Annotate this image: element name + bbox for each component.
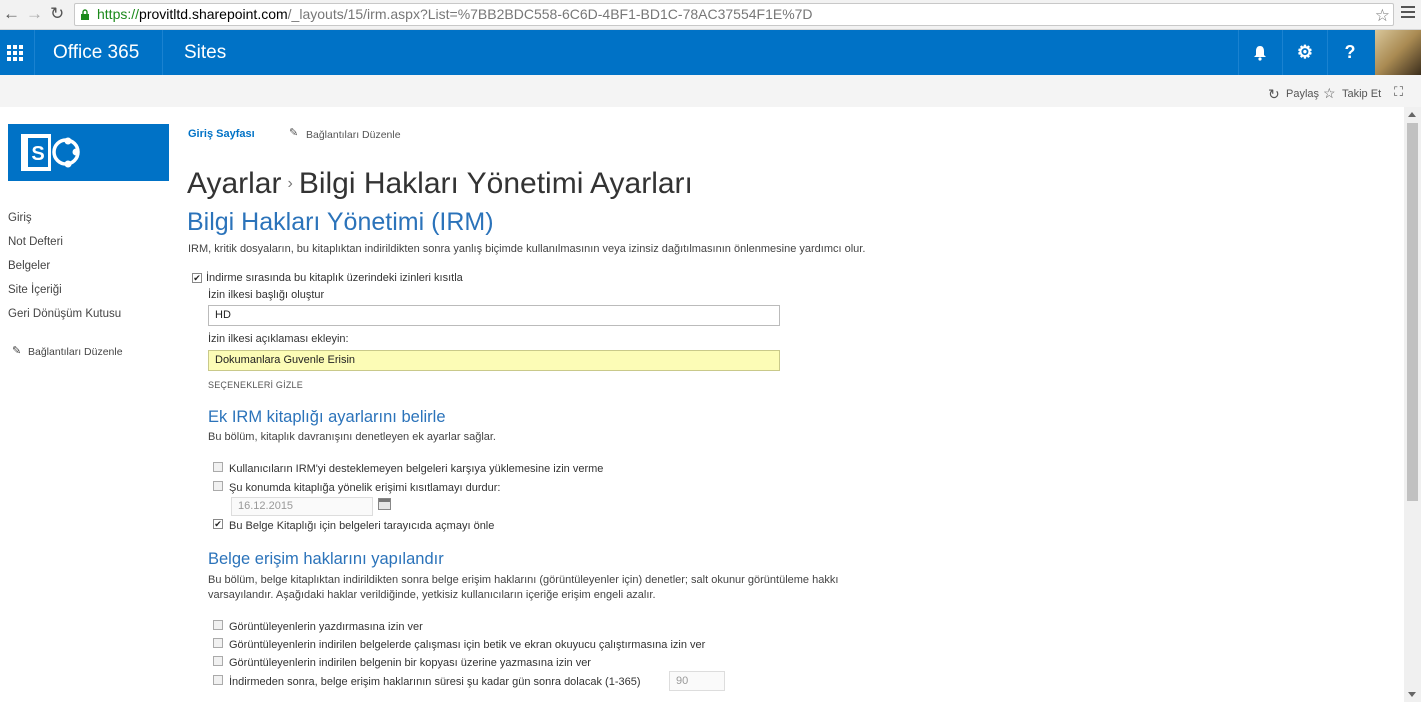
allow-write-copy-label: Görüntüleyenlerin indirilen belgenin bir… <box>229 657 591 669</box>
office365-brand-link[interactable]: Office 365 <box>53 42 139 64</box>
share-link[interactable]: Paylaş <box>1286 88 1319 100</box>
settings-gear-icon[interactable]: ⚙ <box>1283 30 1327 75</box>
lock-icon <box>81 9 89 20</box>
scroll-down-icon[interactable] <box>1408 692 1416 697</box>
expire-days-input[interactable]: 90 <box>669 671 725 691</box>
allow-write-copy-checkbox[interactable] <box>213 656 223 666</box>
help-icon[interactable]: ? <box>1328 30 1372 75</box>
expire-rights-checkbox[interactable] <box>213 675 223 685</box>
focus-mode-icon[interactable]: ⛶ <box>1394 84 1403 100</box>
sites-link[interactable]: Sites <box>184 42 226 64</box>
stop-restricting-date-input[interactable]: 16.12.2015 <box>231 497 373 516</box>
page-title-current: Bilgi Hakları Yönetimi Ayarları <box>298 167 693 201</box>
expire-rights-label: İndirmeden sonra, belge erişim haklarını… <box>229 676 641 688</box>
policy-title-input[interactable]: HD <box>208 305 780 326</box>
breadcrumb-edit-links[interactable]: Bağlantıları Düzenle <box>306 129 401 141</box>
stop-restricting-label: Şu konumda kitaplığa yönelik erişimi kıs… <box>229 482 501 494</box>
browser-toolbar: ← → ↻ https://provitltd.sharepoint.com/_… <box>0 0 1421 30</box>
policy-description-label: İzin ilkesi açıklaması ekleyin: <box>208 333 349 345</box>
bookmark-star-icon[interactable]: ☆ <box>1375 5 1390 25</box>
browser-menu-icon[interactable] <box>1401 6 1415 21</box>
leftnav-item-home[interactable]: Giriş <box>8 212 32 224</box>
block-unsupported-upload-label: Kullanıcıların IRM'yi desteklemeyen belg… <box>229 463 604 475</box>
url-scheme: https:// <box>97 6 140 22</box>
leftnav-edit-links[interactable]: Bağlantıları Düzenle <box>28 346 123 358</box>
forward-arrow-icon[interactable]: → <box>26 4 43 24</box>
restrict-permissions-checkbox[interactable]: ✔ <box>192 273 202 283</box>
back-arrow-icon[interactable]: ← <box>3 4 20 24</box>
leftnav-item-documents[interactable]: Belgeler <box>8 260 50 272</box>
reload-icon[interactable]: ↻ <box>50 4 64 24</box>
pencil-icon: ✎ <box>289 127 299 139</box>
calendar-icon[interactable] <box>378 498 391 510</box>
extra-settings-description: Bu bölüm, kitaplık davranışını denetleye… <box>208 431 496 443</box>
follow-star-icon[interactable]: ☆ <box>1323 85 1336 102</box>
page-title-settings-link[interactable]: Ayarlar <box>187 167 281 200</box>
policy-title-label: İzin ilkesi başlığı oluştur <box>208 289 325 301</box>
action-bar: ↻ Paylaş ☆ Takip Et ⛶ <box>0 75 1421 107</box>
user-avatar[interactable] <box>1375 30 1421 75</box>
share-icon[interactable]: ↻ <box>1268 86 1280 103</box>
leftnav-item-recycle-bin[interactable]: Geri Dönüşüm Kutusu <box>8 308 121 320</box>
suite-bar: Office 365 Sites ⚙ ? <box>0 30 1421 75</box>
app-launcher-icon[interactable] <box>0 30 34 75</box>
url-host: provitltd.sharepoint.com <box>139 6 288 22</box>
notifications-bell-icon[interactable] <box>1238 30 1282 75</box>
sharepoint-site-logo[interactable]: S <box>8 124 169 181</box>
access-rights-description-line1: Bu bölüm, belge kitaplıktan indirildikte… <box>208 574 839 586</box>
allow-script-checkbox[interactable] <box>213 638 223 648</box>
pencil-icon: ✎ <box>12 345 22 357</box>
scroll-up-icon[interactable] <box>1408 112 1416 117</box>
access-rights-heading: Belge erişim haklarını yapılandır <box>208 550 444 568</box>
url-path: /_layouts/15/irm.aspx?List=%7BB2BDC558-6… <box>287 6 813 22</box>
allow-print-checkbox[interactable] <box>213 620 223 630</box>
prevent-browser-open-checkbox[interactable]: ✔ <box>213 519 223 529</box>
leftnav-item-notebook[interactable]: Not Defteri <box>8 236 63 248</box>
svg-text:S: S <box>31 143 44 165</box>
extra-settings-heading: Ek IRM kitaplığı ayarlarını belirle <box>208 408 446 426</box>
prevent-browser-open-label: Bu Belge Kitaplığı için belgeleri tarayı… <box>229 520 495 532</box>
leftnav-item-site-contents[interactable]: Site İçeriği <box>8 284 62 296</box>
address-bar[interactable]: https://provitltd.sharepoint.com/_layout… <box>74 3 1394 26</box>
hide-options-link[interactable]: SEÇENEKLERİ GİZLE <box>208 380 303 390</box>
block-unsupported-upload-checkbox[interactable] <box>213 462 223 472</box>
allow-script-label: Görüntüleyenlerin indirilen belgelerde ç… <box>229 639 706 651</box>
follow-link[interactable]: Takip Et <box>1342 88 1381 100</box>
irm-heading: Bilgi Hakları Yönetimi (IRM) <box>187 208 494 236</box>
breadcrumb-home-link[interactable]: Giriş Sayfası <box>188 128 255 140</box>
page-title: Ayarlar › Bilgi Hakları Yönetimi Ayarları <box>187 167 693 201</box>
access-rights-description-line2: varsayılandır. Aşağıdaki haklar verildiğ… <box>208 589 656 601</box>
page-scrollbar[interactable] <box>1404 107 1421 702</box>
scroll-thumb[interactable] <box>1407 123 1418 501</box>
restrict-permissions-label: İndirme sırasında bu kitaplık üzerindeki… <box>206 272 463 284</box>
stop-restricting-checkbox[interactable] <box>213 481 223 491</box>
allow-print-label: Görüntüleyenlerin yazdırmasına izin ver <box>229 621 423 633</box>
irm-description: IRM, kritik dosyaların, bu kitaplıktan i… <box>188 243 866 255</box>
breadcrumb-separator-icon: › <box>287 175 293 193</box>
policy-description-input[interactable]: Dokumanlara Guvenle Erisin <box>208 350 780 371</box>
